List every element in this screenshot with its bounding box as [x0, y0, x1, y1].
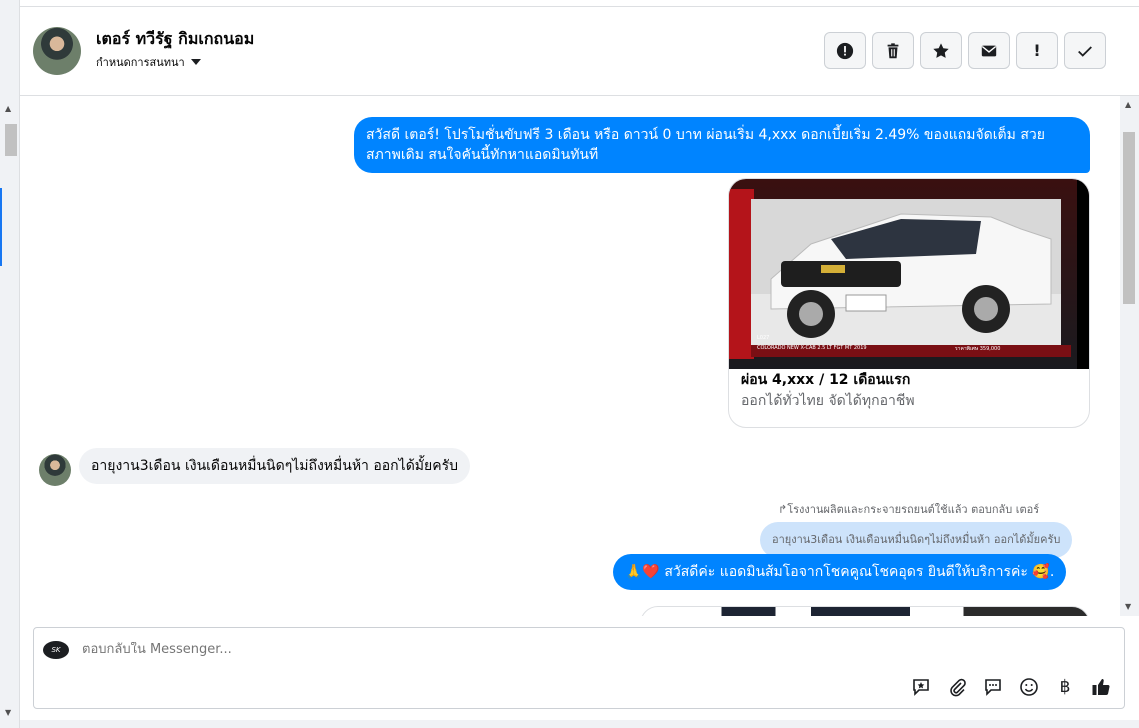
right-scrollbar[interactable]: ▲ ▼: [1120, 96, 1139, 616]
bottom-bar: [20, 720, 1139, 728]
scroll-up-arrow-icon[interactable]: ▲: [1125, 100, 1131, 109]
next-attachment-preview[interactable]: [640, 606, 1090, 616]
exclamation-icon: !: [1033, 41, 1041, 60]
reply-input[interactable]: [82, 642, 882, 657]
outgoing-message-promo[interactable]: สวัสดี เตอร์! โปรโมชั่นขับฟรี 3 เดือน หร…: [354, 117, 1090, 173]
car-image[interactable]: L027 COLORADO NEW X-CAB 2.5 LT FGT MT 20…: [729, 179, 1089, 369]
reply-arrow-icon: ↱: [778, 503, 788, 516]
card-title: ผ่อน 4,xxx / 12 เดือนแรก: [741, 372, 911, 388]
contact-avatar[interactable]: [33, 27, 81, 75]
incoming-message[interactable]: อายุงาน3เดือน เงินเดือนหมื่นนิดๆไม่ถึงหม…: [79, 448, 470, 484]
trash-icon: [887, 42, 899, 58]
saved-reply-button[interactable]: [910, 676, 932, 698]
image-price-label: ราคาพิเศษ 359,000: [955, 346, 1001, 352]
card-description: ออกได้ทั่วไทย จัดได้ทุกอาชีพ: [741, 393, 915, 409]
composer-tools: ฿: [910, 676, 1112, 698]
contact-avatar-small[interactable]: [39, 454, 71, 486]
left-rail: ▲ ▼: [0, 0, 20, 728]
like-button[interactable]: [1090, 676, 1112, 698]
scroll-down-arrow-icon[interactable]: ▼: [1125, 602, 1131, 611]
baht-icon: ฿: [1059, 677, 1071, 697]
pickup-truck-image: [751, 199, 1061, 349]
outgoing-message-greeting[interactable]: 🙏❤️ สวัสดีค่ะ แอดมินส้มโอจากโชคคูณโชคอุด…: [613, 554, 1067, 590]
message-composer: SK ฿: [33, 627, 1125, 709]
saved-reply-icon: [913, 679, 929, 696]
emoji-button[interactable]: [1018, 676, 1040, 698]
right-scrollbar-thumb[interactable]: [1123, 132, 1135, 304]
quick-reply-button[interactable]: [982, 676, 1004, 698]
left-scrollbar-thumb[interactable]: [5, 124, 17, 156]
mark-unread-button[interactable]: [968, 32, 1010, 69]
image-caption-label: COLORADO NEW X-CAB 2.5 LT FGT MT 2019: [757, 345, 867, 351]
image-dark-bar: [1077, 179, 1089, 369]
conversation-header: เตอร์ ทวีรัฐ กิมเกถนอม กำหนดการสนทนา !: [20, 7, 1139, 96]
thumbs-up-icon: [1092, 679, 1110, 696]
star-icon: [933, 42, 949, 58]
attach-file-button[interactable]: [946, 676, 968, 698]
chat-icon: [985, 679, 1001, 696]
page-logo: SK: [43, 641, 69, 659]
follow-up-button[interactable]: !: [1016, 32, 1058, 69]
alert-circle-icon: [836, 42, 854, 59]
message-thread: สวัสดี เตอร์! โปรโมชั่นขับฟรี 3 เดือน หร…: [20, 96, 1120, 616]
mark-done-button[interactable]: [1064, 32, 1106, 69]
attachment-icon: [950, 678, 966, 697]
scroll-up-arrow-icon[interactable]: ▲: [5, 104, 11, 113]
reply-note-text: โรงงานผลิตและกระจายรถยนต์ใช้แล้ว ตอบกลับ…: [787, 503, 1040, 516]
caret-down-icon: [190, 59, 201, 65]
payment-button[interactable]: ฿: [1054, 676, 1076, 698]
scroll-down-arrow-icon[interactable]: ▼: [5, 708, 11, 717]
envelope-icon: [981, 45, 997, 56]
promo-card[interactable]: L027 COLORADO NEW X-CAB 2.5 LT FGT MT 20…: [728, 178, 1090, 428]
assign-conversation-dropdown[interactable]: กำหนดการสนทนา: [96, 53, 201, 71]
reply-note: ↱โรงงานผลิตและกระจายรถยนต์ใช้แล้ว ตอบกลั…: [778, 500, 1039, 518]
mark-spam-button[interactable]: [824, 32, 866, 69]
quoted-message[interactable]: อายุงาน3เดือน เงินเดือนหมื่นนิดๆไม่ถึงหม…: [760, 522, 1073, 558]
star-button[interactable]: [920, 32, 962, 69]
assign-label: กำหนดการสนทนา: [96, 56, 185, 69]
contact-name[interactable]: เตอร์ ทวีรัฐ กิมเกถนอม: [96, 27, 254, 52]
image-code-label: L027: [757, 335, 770, 341]
delete-button[interactable]: [872, 32, 914, 69]
active-indicator: [0, 188, 2, 266]
header-actions: !: [824, 32, 1106, 69]
emoji-icon: [1020, 678, 1038, 696]
check-icon: [1078, 45, 1092, 57]
